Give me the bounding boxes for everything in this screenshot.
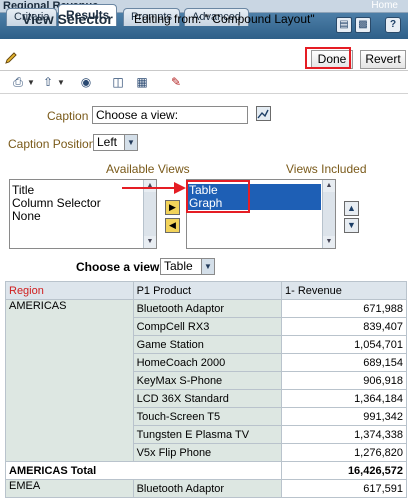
product-cell: HomeCoach 2000 <box>132 353 283 372</box>
view-selector-title: View Selector <box>22 11 113 27</box>
chevron-down-icon[interactable]: ▼ <box>201 259 214 274</box>
move-right-icon[interactable]: ▶ <box>165 200 180 215</box>
annotation-arrow <box>122 187 176 189</box>
scroll-down-icon[interactable]: ▼ <box>144 236 156 248</box>
product-cell: CompCell RX3 <box>132 317 283 336</box>
scroll-up-icon[interactable]: ▲ <box>144 180 156 192</box>
table-total-row: AMERICAS Total 16,426,572 <box>5 461 407 480</box>
available-views-list[interactable]: Title Column Selector None ▲ ▼ <box>9 179 157 249</box>
included-views-highlight-box <box>186 180 250 213</box>
move-down-icon[interactable]: ▼ <box>344 218 359 233</box>
caption-label: Caption <box>47 109 89 123</box>
scroll-down-icon[interactable]: ▼ <box>323 236 335 248</box>
region-cell: AMERICAS <box>5 299 134 462</box>
revenue-cell: 1,276,820 <box>281 443 407 462</box>
product-cell: Touch-Screen T5 <box>132 407 283 426</box>
print-icon[interactable]: ⎙ <box>10 75 26 90</box>
layout-icon[interactable]: ▦ <box>134 75 150 90</box>
find-icon[interactable]: ◉ <box>78 75 94 90</box>
revenue-cell: 906,918 <box>281 371 407 390</box>
available-view-item[interactable]: None <box>12 210 41 223</box>
revenue-cell: 1,364,184 <box>281 389 407 408</box>
product-cell: Bluetooth Adaptor <box>132 299 283 318</box>
caption-position-label: Caption Position <box>8 137 96 151</box>
revenue-cell: 839,407 <box>281 317 407 336</box>
move-left-icon[interactable]: ◀ <box>165 218 180 233</box>
help-icon[interactable]: ? <box>385 17 401 33</box>
region-cell: EMEA <box>5 479 134 498</box>
choose-view-select[interactable]: Table ▼ <box>160 258 215 275</box>
scrollbar[interactable]: ▲ ▼ <box>143 180 156 248</box>
table-header-row: Region P1 Product 1- Revenue <box>5 281 407 300</box>
revenue-cell: 689,154 <box>281 353 407 372</box>
revenue-cell: 671,988 <box>281 299 407 318</box>
edit-icon[interactable]: ✎ <box>168 75 184 90</box>
caption-input[interactable]: Choose a view: <box>92 106 248 124</box>
insert-image-icon[interactable] <box>256 106 271 121</box>
table-row: EMEA Bluetooth Adaptor 617,591 <box>5 479 407 498</box>
revenue-cell: 1,374,338 <box>281 425 407 444</box>
choose-view-value: Table <box>164 259 193 273</box>
total-label: AMERICAS Total <box>5 461 282 480</box>
chevron-down-icon[interactable]: ▼ <box>27 78 35 87</box>
revenue-cell: 991,342 <box>281 407 407 426</box>
product-cell: KeyMax S-Phone <box>132 371 283 390</box>
product-cell: V5x Flip Phone <box>132 443 283 462</box>
revenue-cell: 617,591 <box>281 479 407 498</box>
editing-from-text: Editing from: " Compound Layout" <box>134 12 315 26</box>
caption-position-select[interactable]: Left ▼ <box>93 134 138 151</box>
scroll-up-icon[interactable]: ▲ <box>323 180 335 192</box>
available-views-label: Available Views <box>106 162 190 176</box>
chevron-down-icon[interactable]: ▼ <box>124 135 137 150</box>
choose-view-label: Choose a view: <box>76 260 164 274</box>
home-link[interactable]: Home <box>371 0 398 12</box>
move-up-icon[interactable]: ▲ <box>344 201 359 216</box>
column-header-revenue[interactable]: 1- Revenue <box>281 281 407 300</box>
column-header-region[interactable]: Region <box>5 281 134 300</box>
done-highlight-box <box>305 47 351 69</box>
product-cell: Game Station <box>132 335 283 354</box>
table-row: AMERICAS Bluetooth Adaptor 671,988 <box>5 299 407 462</box>
product-cell: LCD 36X Standard <box>132 389 283 408</box>
column-header-product[interactable]: P1 Product <box>132 281 283 300</box>
view-icon[interactable]: ◫ <box>110 75 126 90</box>
annotation-arrow-head <box>174 182 186 194</box>
save-icon[interactable]: ▤ <box>336 17 352 33</box>
revert-button[interactable]: Revert <box>360 50 406 69</box>
product-cell: Bluetooth Adaptor <box>132 479 283 498</box>
pencil-icon <box>4 51 18 65</box>
results-table: Region P1 Product 1- Revenue AMERICAS Bl… <box>5 281 407 498</box>
total-value: 16,426,572 <box>281 461 407 480</box>
views-included-label: Views Included <box>286 162 367 176</box>
revenue-cell: 1,054,701 <box>281 335 407 354</box>
scrollbar[interactable]: ▲ ▼ <box>322 180 335 248</box>
caption-position-value: Left <box>97 135 118 149</box>
export-icon[interactable]: ⇧ <box>40 75 56 90</box>
product-cell: Tungsten E Plasma TV <box>132 425 283 444</box>
chevron-down-icon[interactable]: ▼ <box>57 78 65 87</box>
save-as-icon[interactable]: ▩ <box>355 17 371 33</box>
